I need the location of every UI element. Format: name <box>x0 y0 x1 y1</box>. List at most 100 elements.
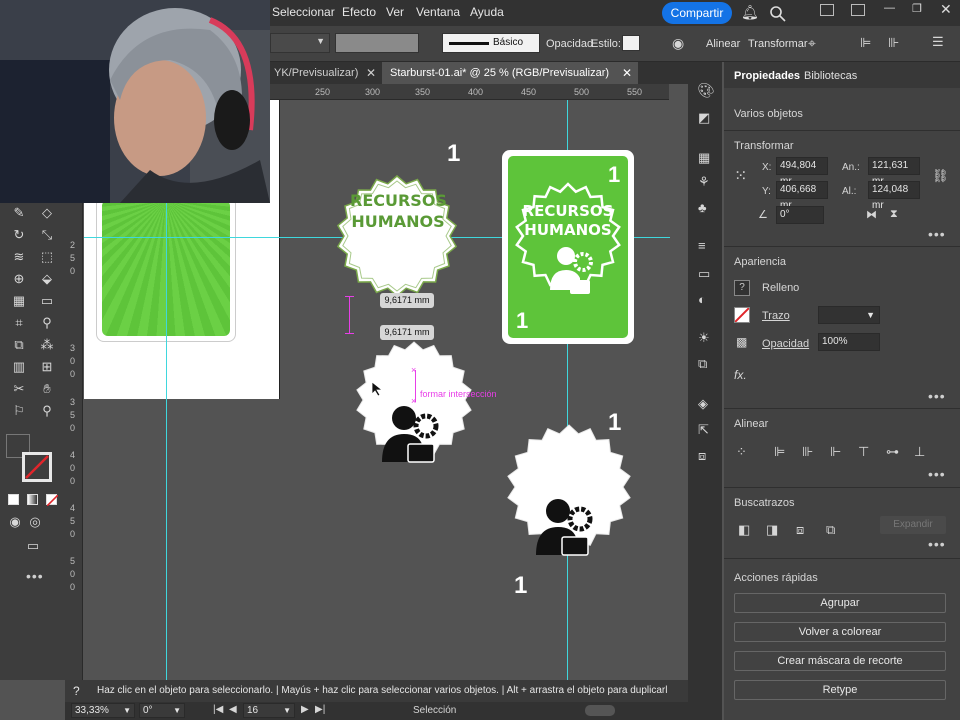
align-vcenter-icon[interactable]: ⊶ <box>886 444 899 460</box>
unite-icon[interactable]: ◧ <box>738 522 750 538</box>
fill-stroke-swatches[interactable] <box>6 434 52 482</box>
bell-icon[interactable]: 🔔︎ <box>741 4 759 21</box>
width-field[interactable]: 121,631 mr <box>868 157 920 187</box>
perspective-grid-icon[interactable]: ▦ <box>10 293 28 309</box>
stroke-weight-input[interactable]: ▼ <box>818 306 880 324</box>
last-artboard-icon[interactable]: ▶| <box>315 704 325 715</box>
stroke-label[interactable]: Trazo <box>762 310 790 322</box>
stroke-panel-icon[interactable]: ≡ <box>698 238 706 253</box>
none-mode-icon[interactable] <box>46 494 58 506</box>
puppet-warp-icon[interactable]: ⌖ <box>808 35 816 52</box>
green-card[interactable]: RECURSOS HUMANOS 1 1 <box>502 150 634 344</box>
exclude-icon[interactable]: ⧉ <box>826 522 835 538</box>
clipping-mask-button[interactable]: Crear máscara de recorte <box>734 651 946 671</box>
live-paint-icon[interactable]: ⬙ <box>38 271 56 287</box>
swatches-icon[interactable]: ▦ <box>698 150 710 166</box>
close-icon[interactable]: ✕ <box>940 1 952 18</box>
color-panel-icon[interactable]: 🎨︎ <box>697 82 715 99</box>
retype-button[interactable]: Retype <box>734 680 946 700</box>
appearance-icon[interactable]: ☀ <box>698 330 710 346</box>
align-center-icon[interactable]: ⊪ <box>888 35 899 51</box>
menu-ventana[interactable]: Ventana <box>416 5 460 19</box>
export-icon[interactable]: ⇱ <box>698 422 709 438</box>
align-link[interactable]: Alinear <box>706 38 740 50</box>
prev-artboard-icon[interactable]: ◀ <box>229 704 237 715</box>
align-top-icon[interactable]: ⊤ <box>858 444 869 460</box>
symbol-sprayer-icon[interactable]: ⁂ <box>38 337 56 353</box>
menu-ver[interactable]: Ver <box>386 5 404 19</box>
menu-efecto[interactable]: Efecto <box>342 5 376 19</box>
opacity-label[interactable]: Opacidad <box>762 338 809 350</box>
zoom-icon[interactable]: ⚲ <box>38 403 56 419</box>
fill-swatch[interactable]: ? <box>734 280 750 296</box>
expand-button[interactable]: Expandir <box>880 516 946 534</box>
y-field[interactable]: 406,668 mr <box>776 181 828 211</box>
graphic-style-swatch[interactable] <box>622 35 640 51</box>
tab-document-1[interactable]: YK/Previsualizar) ✕ <box>266 62 382 84</box>
reference-point-icon[interactable]: ⁙ <box>734 166 747 186</box>
effects-icon[interactable]: fx. <box>734 368 747 382</box>
search-icon[interactable] <box>770 6 786 22</box>
hand-icon[interactable]: ✋︎ <box>38 381 56 397</box>
eraser-icon[interactable]: ◇ <box>38 205 56 221</box>
screen-mode-icon[interactable]: ▭ <box>24 538 42 554</box>
rotation-field[interactable]: 0° <box>776 206 824 224</box>
artboard-tool-icon[interactable]: ⊞ <box>38 359 56 375</box>
close-tab-icon[interactable]: ✕ <box>622 62 632 84</box>
close-tab-icon[interactable]: ✕ <box>366 62 376 84</box>
color-mode-icon[interactable] <box>8 494 19 505</box>
align-left-icon[interactable]: ⊫ <box>774 444 785 460</box>
x-field[interactable]: 494,804 mr <box>776 157 828 187</box>
intersect-icon[interactable]: ⧈ <box>796 522 804 538</box>
symbols-icon[interactable]: ♣ <box>698 200 707 215</box>
rotation-view-field[interactable]: 0° ▼ <box>139 703 185 718</box>
link-proportions-icon[interactable]: ⛓ <box>932 168 949 184</box>
rotate-icon[interactable]: ↻ <box>10 227 28 243</box>
scale-icon[interactable]: ⤡ <box>38 227 56 243</box>
graphic-styles-icon[interactable]: ⧉ <box>698 356 707 372</box>
blend-icon[interactable]: ⧉ <box>10 337 28 353</box>
color-guide-icon[interactable]: ◩ <box>698 110 710 126</box>
tab-document-2[interactable]: Starburst-01.ai* @ 25 % (RGB/Previsualiz… <box>382 62 638 84</box>
fill-dropdown[interactable]: ▼ <box>270 33 330 53</box>
stroke-swatch[interactable] <box>734 307 750 323</box>
column-graph-icon[interactable]: ▥ <box>10 359 28 375</box>
recolor-icon[interactable]: ◉ <box>672 35 684 52</box>
more-options-icon[interactable]: ••• <box>928 226 946 242</box>
artboard-field[interactable]: 16 ▼ <box>243 703 295 718</box>
align-right-icon[interactable]: ⊩ <box>830 444 841 460</box>
stroke-weight-field[interactable] <box>335 33 419 53</box>
flip-vertical-icon[interactable]: ⧗ <box>890 208 898 221</box>
opacity-field[interactable]: 100% <box>818 333 880 351</box>
stroke-style-dropdown[interactable]: Básico <box>442 33 540 53</box>
shape-builder-icon[interactable]: ⊕ <box>10 271 28 287</box>
height-field[interactable]: 124,048 mr <box>868 181 920 211</box>
align-bottom-icon[interactable]: ⊥ <box>914 444 925 460</box>
brushes-icon[interactable]: ⚘ <box>698 174 710 190</box>
eyedropper-icon[interactable]: ⚲ <box>38 315 56 331</box>
slice-icon[interactable]: ✂ <box>10 381 28 397</box>
menu-ayuda[interactable]: Ayuda <box>470 5 504 19</box>
next-artboard-icon[interactable]: ▶ <box>301 704 309 715</box>
more-options-icon[interactable]: ••• <box>928 466 946 482</box>
blob-brush-icon[interactable]: ✎ <box>10 205 28 221</box>
tab-libraries[interactable]: Bibliotecas <box>804 70 857 82</box>
minimize-icon[interactable]: — <box>884 2 895 14</box>
mesh-icon[interactable]: ⌗ <box>10 315 28 331</box>
align-hcenter-icon[interactable]: ⊪ <box>802 444 813 460</box>
more-options-icon[interactable]: ••• <box>928 536 946 552</box>
more-options-icon[interactable]: ••• <box>928 388 946 404</box>
draw-normal-icon[interactable]: ◉ <box>6 514 24 530</box>
tab-properties[interactable]: Propiedades <box>734 70 800 82</box>
minus-front-icon[interactable]: ◨ <box>766 522 778 538</box>
free-transform-icon[interactable]: ⬚ <box>38 249 56 265</box>
gradient-mode-icon[interactable] <box>27 494 38 505</box>
panel-menu-icon[interactable]: ☰ <box>932 34 944 50</box>
menu-seleccionar[interactable]: Seleccionar <box>272 5 335 19</box>
gradient-icon[interactable]: ▭ <box>38 293 56 309</box>
width-tool-icon[interactable]: ≋ <box>10 249 28 265</box>
artboards-icon[interactable]: ⧈ <box>698 448 706 464</box>
more-tools-icon[interactable]: ••• <box>26 568 44 584</box>
workspace-icon[interactable] <box>851 4 865 16</box>
first-artboard-icon[interactable]: |◀ <box>213 704 223 715</box>
